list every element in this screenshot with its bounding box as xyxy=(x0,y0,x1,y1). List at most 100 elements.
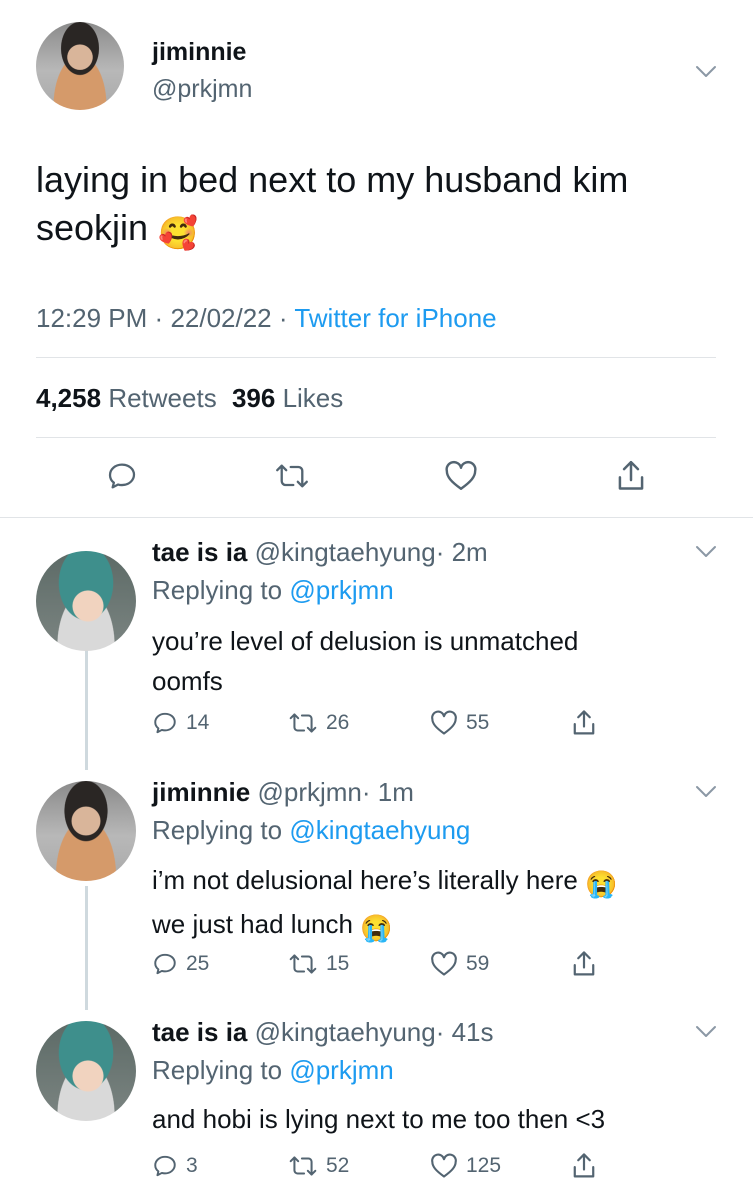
crying-face-emoji: 😭 xyxy=(360,913,393,943)
smiling-face-hearts-emoji: 🥰 xyxy=(158,215,198,251)
reply-count: 25 xyxy=(186,952,210,975)
retweet-button[interactable]: 15 xyxy=(288,951,349,977)
divider xyxy=(36,357,716,358)
retweet-button[interactable] xyxy=(274,460,310,492)
handle[interactable]: @kingtaehyung xyxy=(255,537,436,567)
divider xyxy=(0,517,753,518)
retweet-count: 15 xyxy=(326,952,350,975)
replying-to: Replying to @kingtaehyung xyxy=(152,815,470,846)
likes-count[interactable]: 396 xyxy=(232,383,275,413)
like-count: 59 xyxy=(466,952,490,975)
display-name[interactable]: jiminnie xyxy=(152,777,250,807)
reply-text-line: you’re level of delusion is unmatched xyxy=(152,626,579,656)
display-name[interactable]: jiminnie xyxy=(152,38,246,67)
meta-separator: · xyxy=(154,303,164,333)
tweet-time: 12:29 PM xyxy=(36,303,148,333)
avatar[interactable] xyxy=(36,781,136,881)
handle[interactable]: @prkjmn xyxy=(257,777,361,807)
retweet-icon xyxy=(289,1156,317,1176)
display-name[interactable]: tae is ia xyxy=(152,1017,247,1047)
replying-to: Replying to @prkjmn xyxy=(152,575,394,606)
avatar[interactable] xyxy=(36,1021,136,1121)
tweet-text: laying in bed next to my husband kim seo… xyxy=(36,156,716,257)
like-count: 125 xyxy=(466,1154,502,1177)
reply-time: · 1m xyxy=(361,777,414,807)
likes-label[interactable]: Likes xyxy=(283,383,344,413)
like-icon xyxy=(445,460,477,490)
handle[interactable]: @kingtaehyung xyxy=(255,1017,436,1047)
handle[interactable]: @prkjmn xyxy=(152,75,252,104)
replying-prefix: Replying to xyxy=(152,575,283,605)
retweet-icon xyxy=(289,713,317,733)
reply-text-line: and hobi is lying next to me too then <3 xyxy=(152,1104,606,1134)
display-name[interactable]: tae is ia xyxy=(152,537,247,567)
like-icon xyxy=(431,710,457,735)
replying-prefix: Replying to xyxy=(152,815,283,845)
reply-button[interactable] xyxy=(106,460,138,492)
share-button[interactable] xyxy=(614,458,648,494)
chevron-down-icon[interactable] xyxy=(695,65,717,79)
retweet-icon xyxy=(276,464,308,488)
like-button[interactable] xyxy=(444,460,478,492)
reply-icon xyxy=(108,463,136,489)
chevron-down-icon[interactable] xyxy=(695,545,717,559)
replying-to-link[interactable]: @prkjmn xyxy=(289,575,393,605)
crying-face-emoji: 😭 xyxy=(585,869,618,899)
retweet-button[interactable]: 52 xyxy=(288,1153,349,1179)
share-icon xyxy=(573,710,595,735)
reply-header: tae is ia @kingtaehyung· 2m xyxy=(152,537,488,568)
reply-icon xyxy=(154,712,176,734)
reply-count: 3 xyxy=(186,1154,198,1177)
chevron-down-icon[interactable] xyxy=(695,1025,717,1039)
like-icon xyxy=(431,1153,457,1178)
retweet-button[interactable]: 26 xyxy=(288,710,349,736)
reply-icon xyxy=(154,1155,176,1177)
reply-text-line: oomfs xyxy=(152,666,223,696)
reply-text: and hobi is lying next to me too then <3 xyxy=(152,1099,605,1139)
share-icon xyxy=(573,1153,595,1178)
reply-count: 14 xyxy=(186,711,210,734)
tweet-source-link[interactable]: Twitter for iPhone xyxy=(294,303,496,333)
meta-separator: · xyxy=(278,303,288,333)
share-icon xyxy=(618,460,644,490)
tweet-text-body: laying in bed next to my husband kim seo… xyxy=(36,159,629,248)
reply-icon xyxy=(154,953,176,975)
reply-header: jiminnie @prkjmn· 1m xyxy=(152,777,414,808)
reply-time: · 2m xyxy=(435,537,488,567)
tweet-meta: 12:29 PM · 22/02/22 · Twitter for iPhone xyxy=(36,303,497,334)
reply-button[interactable]: 3 xyxy=(152,1153,198,1179)
thread-line xyxy=(85,646,88,770)
share-button[interactable] xyxy=(570,1151,598,1181)
avatar[interactable] xyxy=(36,551,136,651)
like-button[interactable]: 55 xyxy=(430,710,489,736)
like-icon xyxy=(431,951,457,976)
reply-text: i’m not delusional here’s literally here… xyxy=(152,860,617,948)
thread-line xyxy=(85,886,88,1010)
like-button[interactable]: 59 xyxy=(430,951,489,977)
reply-text: you’re level of delusion is unmatched oo… xyxy=(152,621,578,701)
retweet-count: 26 xyxy=(326,711,350,734)
share-icon xyxy=(573,951,595,976)
like-button[interactable]: 125 xyxy=(430,1153,501,1179)
reply-text-line: we just had lunch xyxy=(152,909,353,939)
reply-text-line: i’m not delusional here’s literally here xyxy=(152,865,578,895)
reply-time: · 41s xyxy=(435,1017,494,1047)
chevron-down-icon[interactable] xyxy=(695,785,717,799)
share-button[interactable] xyxy=(570,708,598,738)
replying-to-link[interactable]: @kingtaehyung xyxy=(289,815,470,845)
retweet-count: 52 xyxy=(326,1154,350,1177)
retweet-icon xyxy=(289,954,317,974)
share-button[interactable] xyxy=(570,949,598,979)
replying-to: Replying to @prkjmn xyxy=(152,1055,394,1086)
tweet-date: 22/02/22 xyxy=(170,303,272,333)
reply-button[interactable]: 14 xyxy=(152,710,209,736)
engagement-stats: 4,258 Retweets 396 Likes xyxy=(36,383,343,414)
retweets-label[interactable]: Retweets xyxy=(108,383,216,413)
reply-header: tae is ia @kingtaehyung· 41s xyxy=(152,1017,494,1048)
replying-prefix: Replying to xyxy=(152,1055,283,1085)
retweets-count[interactable]: 4,258 xyxy=(36,383,101,413)
like-count: 55 xyxy=(466,711,490,734)
replying-to-link[interactable]: @prkjmn xyxy=(289,1055,393,1085)
avatar[interactable] xyxy=(36,22,124,110)
reply-button[interactable]: 25 xyxy=(152,951,209,977)
